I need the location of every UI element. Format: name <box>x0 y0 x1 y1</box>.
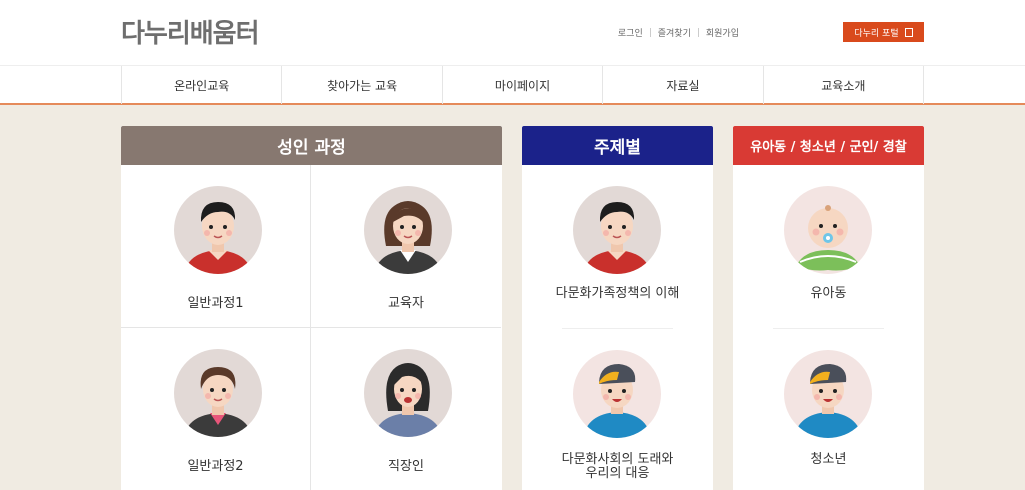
site-header: 다누리배움터 로그인 즐겨찾기 회원가입 다누리 포털 <box>0 0 1025 65</box>
nav-item-about[interactable]: 교육소개 <box>764 66 925 104</box>
site-logo[interactable]: 다누리배움터 <box>121 13 260 50</box>
course-card-general2[interactable]: 일반과정2 <box>121 328 311 490</box>
boy-cap-avatar-icon <box>784 350 872 438</box>
nav-item-resources[interactable]: 자료실 <box>603 66 764 104</box>
portal-button-label: 다누리 포털 <box>854 28 899 39</box>
topic-course-panel: 주제별 다문화가족정책의 이해 다문화사회의 도래와 우리의 대응 <box>522 126 713 490</box>
course-card-children[interactable]: 유아동 <box>733 165 924 328</box>
man-avatar-icon <box>573 186 661 274</box>
utility-links: 로그인 즐겨찾기 회원가입 <box>618 26 739 39</box>
main-nav: 온라인교육 찾아가는 교육 마이페이지 자료실 교육소개 <box>0 65 1025 105</box>
office-worker-avatar-icon <box>364 349 452 437</box>
divider <box>697 28 699 37</box>
youth-course-panel: 유아동 / 청소년 / 군인/ 경찰 유아동 청소년 <box>733 126 924 490</box>
bookmark-link[interactable]: 즐겨찾기 <box>658 26 691 39</box>
external-link-icon <box>904 27 913 37</box>
panel-title: 유아동 / 청소년 / 군인/ 경찰 <box>733 126 924 165</box>
adult-course-panel: 성인 과정 일반과정1 교육자 일반과정2 직장인 <box>121 126 502 490</box>
nav-item-online-education[interactable]: 온라인교육 <box>122 66 283 104</box>
course-card-multicultural-society[interactable]: 다문화사회의 도래와 우리의 대응 <box>522 329 713 490</box>
course-card-policy[interactable]: 다문화가족정책의 이해 <box>522 165 713 328</box>
nav-item-visiting-education[interactable]: 찾아가는 교육 <box>282 66 443 104</box>
divider <box>649 28 651 37</box>
course-card-teenagers[interactable]: 청소년 <box>733 329 924 490</box>
course-card-educator[interactable]: 교육자 <box>311 165 501 328</box>
course-label: 직장인 <box>388 459 424 474</box>
course-card-office-worker[interactable]: 직장인 <box>311 328 501 490</box>
course-label: 유아동 <box>810 286 847 301</box>
nav-item-mypage[interactable]: 마이페이지 <box>443 66 604 104</box>
woman-teacher-avatar-icon <box>364 186 452 274</box>
course-label: 일반과정1 <box>187 296 244 311</box>
signup-link[interactable]: 회원가입 <box>706 26 739 39</box>
course-label: 교육자 <box>388 296 424 311</box>
course-label: 다문화가족정책의 이해 <box>555 286 680 301</box>
course-label-line1: 다문화사회의 도래와 <box>561 452 674 467</box>
login-link[interactable]: 로그인 <box>618 26 643 39</box>
course-label: 청소년 <box>810 452 847 467</box>
course-label-line2: 우리의 대응 <box>585 466 650 481</box>
boy-cap-avatar-icon <box>573 350 661 438</box>
danuri-portal-button[interactable]: 다누리 포털 <box>843 22 924 42</box>
panel-title: 성인 과정 <box>121 126 502 165</box>
panel-title: 주제별 <box>522 126 713 165</box>
baby-avatar-icon <box>784 186 872 274</box>
woman-avatar-icon <box>174 349 262 437</box>
man-avatar-icon <box>174 186 262 274</box>
course-label: 일반과정2 <box>187 459 244 474</box>
course-card-general1[interactable]: 일반과정1 <box>121 165 311 328</box>
